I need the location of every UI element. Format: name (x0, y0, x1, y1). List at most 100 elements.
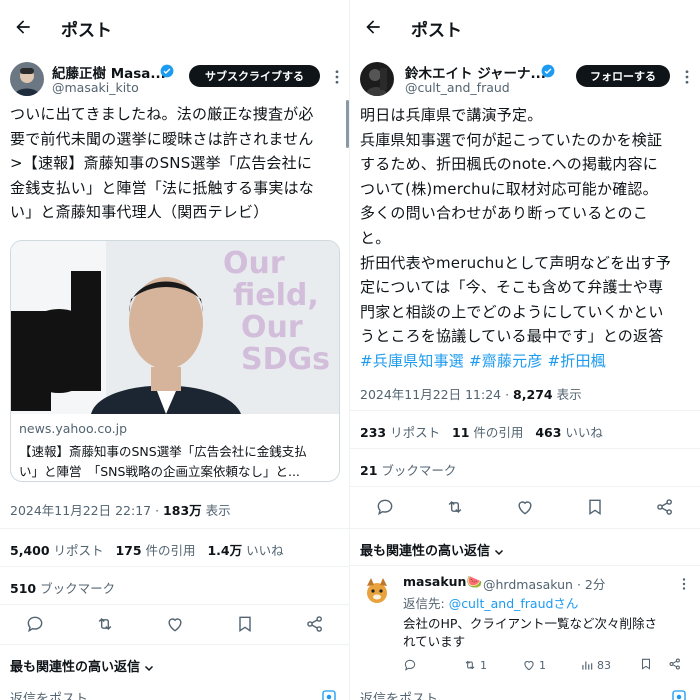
bookmark-count[interactable]: 21 (360, 463, 377, 478)
quote-count[interactable]: 175 (115, 543, 141, 558)
more-options-icon[interactable] (678, 578, 690, 590)
post-text-line: うところを協議している最中です」との返答 (360, 327, 664, 346)
reply-icon[interactable] (25, 614, 45, 634)
bookmark-stats: 21 ブックマーク (360, 460, 456, 479)
share-icon[interactable] (305, 614, 325, 634)
hashtag-link[interactable]: #折田楓 (548, 352, 606, 370)
subscribe-button[interactable]: サブスクライブする (189, 65, 320, 87)
bookmark-icon[interactable] (235, 614, 255, 634)
reply-like-action[interactable]: 1 (522, 657, 546, 673)
link-card-title: 【速報】斎藤知事のSNS選挙「広告会社に金銭支払 (19, 444, 307, 459)
post-timestamp: 2024年11月22日 22:17 · 183万 表示 (10, 500, 231, 519)
image-icon[interactable] (670, 688, 688, 700)
post-text-line: >【速報】斎藤知事のSNS選挙「広告会社に (10, 154, 313, 172)
reply-repost-action[interactable]: 1 (463, 657, 487, 673)
bookmark-count[interactable]: 510 (10, 581, 36, 596)
reply-repost-count: 1 (480, 658, 487, 672)
hashtag-link[interactable]: #齋藤元彦 (469, 352, 543, 370)
reply-input[interactable]: 返信をポスト (10, 688, 88, 700)
more-options-icon[interactable] (680, 70, 694, 84)
thumbnail-overlay-text: Our (241, 310, 303, 345)
reply-to-handle-link[interactable]: @cult_and_fraudさん (449, 596, 579, 611)
post-text-line: 金銭支払い」と陣営「法に抵触する事実はな (10, 178, 315, 197)
view-count: 183万 (163, 503, 202, 518)
like-count[interactable]: 1.4万 (207, 543, 242, 558)
quote-label[interactable]: 件の引用 (469, 425, 523, 440)
author-name[interactable]: 鈴木エイト ジャーナ... (405, 62, 546, 82)
image-icon[interactable] (320, 688, 338, 700)
divider (0, 528, 350, 529)
reply-reply-action[interactable] (403, 657, 420, 673)
like-icon[interactable] (515, 497, 535, 517)
reply-icon[interactable] (403, 658, 417, 672)
quote-label[interactable]: 件の引用 (142, 543, 196, 558)
scrollbar[interactable] (346, 100, 349, 148)
divider (0, 566, 350, 567)
back-arrow-icon[interactable] (362, 17, 384, 37)
avatar[interactable] (10, 62, 44, 96)
post-text-line: ついに出てきましたね。法の厳正な捜査が必 (10, 105, 314, 123)
hashtag-link[interactable]: #兵庫県知事選 (360, 352, 464, 370)
repost-label[interactable]: リポスト (386, 425, 440, 440)
thumbnail-overlay-text: field, (233, 278, 319, 313)
back-arrow-icon[interactable] (12, 17, 34, 37)
author-handle[interactable]: @masaki_kito (52, 80, 139, 95)
post-text-line: 定については「今、そこも含めて弁護士や専 (360, 278, 664, 297)
more-options-icon[interactable] (330, 70, 344, 84)
share-icon[interactable] (668, 657, 682, 671)
like-label[interactable]: いいね (242, 543, 284, 558)
reply-text-line: 会社のHP、クライアント一覧など次々削除さ (403, 616, 657, 631)
bookmark-icon[interactable] (639, 657, 653, 671)
repost-count[interactable]: 233 (360, 425, 386, 440)
timestamp-text: 2024年11月22日 22:17 · (10, 503, 164, 518)
link-card[interactable]: Our field, Our SDGs news.yahoo.co.jp 【速報… (10, 240, 340, 482)
reply-input[interactable]: 返信をポスト (360, 688, 438, 700)
reply-author-name[interactable]: masakun🍉 (403, 574, 482, 590)
repost-icon[interactable] (463, 658, 477, 672)
reply-icon[interactable] (375, 497, 395, 517)
avatar[interactable] (362, 576, 392, 606)
repost-icon[interactable] (445, 497, 465, 517)
left-post-panel: ポスト 紀藤正樹 Masa... @masaki_kito サブスクライブする … (0, 0, 350, 700)
bookmark-label[interactable]: ブックマーク (377, 463, 456, 478)
follow-button[interactable]: フォローする (576, 65, 670, 87)
post-text-line: い」と斎藤知事代理人（関西テレビ） (10, 203, 269, 221)
divider (0, 604, 350, 605)
bookmark-icon[interactable] (585, 497, 605, 517)
analytics-icon[interactable] (580, 658, 594, 672)
bookmark-stats: 510 ブックマーク (10, 578, 115, 597)
like-label[interactable]: いいね (561, 425, 603, 440)
like-icon[interactable] (522, 658, 536, 672)
divider (350, 565, 700, 566)
share-icon[interactable] (655, 497, 675, 517)
like-count[interactable]: 463 (535, 425, 561, 440)
view-label: 表示 (552, 387, 582, 402)
top-bar: ポスト (0, 0, 350, 54)
reply-to: 返信先: @cult_and_fraudさん (403, 593, 578, 612)
reply-sort-label: 最も関連性の高い返信 (10, 660, 141, 675)
author-name[interactable]: 紀藤正樹 Masa... (52, 62, 166, 82)
reply-sort-dropdown[interactable]: 最も関連性の高い返信 (10, 656, 154, 675)
repost-count[interactable]: 5,400 (10, 543, 50, 558)
link-card-domain: news.yahoo.co.jp (19, 421, 128, 436)
reply-views-action[interactable]: 83 (580, 657, 611, 673)
post-text-line: ついて(株)merchuに取材対応可能か確認。 (360, 179, 658, 198)
hashtag-line: #兵庫県知事選 #齋藤元彦 #折田楓 (360, 349, 606, 374)
repost-icon[interactable] (95, 614, 115, 634)
author-handle[interactable]: @cult_and_fraud (405, 80, 510, 95)
reply-author-handle[interactable]: @hrdmasakun · 2分 (483, 574, 605, 593)
avatar[interactable] (360, 62, 394, 96)
link-card-title: い」と陣営 「SNS戦略の企画立案依頼なし」と... (19, 464, 300, 479)
reply-sort-label: 最も関連性の高い返信 (360, 544, 491, 559)
divider (350, 486, 700, 487)
chevron-down-icon (494, 549, 504, 555)
post-timestamp: 2024年11月22日 11:24 · 8,274 表示 (360, 384, 582, 403)
news-thumbnail-image: Our field, Our SDGs (11, 241, 339, 414)
post-text-line: 折田代表やmeruchuとして声明などを出す予 (360, 253, 671, 272)
reply-sort-dropdown[interactable]: 最も関連性の高い返信 (360, 540, 504, 559)
bookmark-label[interactable]: ブックマーク (36, 581, 115, 596)
like-icon[interactable] (165, 614, 185, 634)
repost-label[interactable]: リポスト (50, 543, 104, 558)
quote-count[interactable]: 11 (452, 425, 469, 440)
post-text-line: 明日は兵庫県で講演予定。 (360, 106, 543, 124)
